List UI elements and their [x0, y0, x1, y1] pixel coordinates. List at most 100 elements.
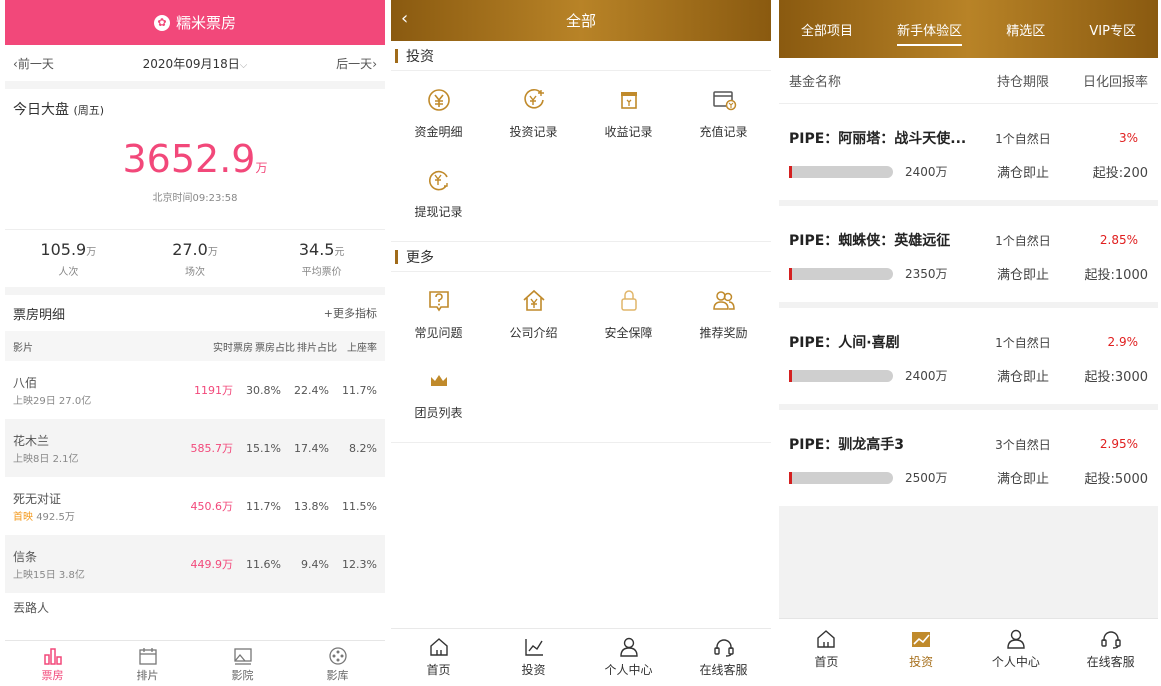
detail-header: 票房明细 +更多指标	[5, 295, 385, 331]
box-office-panel: ✿ 糯米票房 ‹前一天 2020年09月18日⌵ 后一天› 今日大盘 (周五) …	[5, 0, 385, 686]
fund-list: PIPE：阿丽塔：战斗天使... 1个自然日 3% 2400万 满仓即止 起投:200 …	[779, 104, 1158, 506]
fund-title: PIPE：蜘蛛侠：英雄远征	[789, 233, 951, 249]
beijing-time: 北京时间09:23:58	[152, 193, 238, 204]
tab-profile[interactable]: 个人中心	[581, 629, 676, 686]
today-summary: 今日大盘 (周五) 3652.9万 北京时间09:23:58	[5, 89, 385, 229]
question-icon	[428, 291, 449, 312]
top-tabs: 全部项目 新手体验区 精选区 VIP专区	[779, 0, 1158, 58]
home-yen-icon	[522, 289, 545, 311]
app-title: 糯米票房	[175, 14, 236, 32]
fund-table-header: 基金名称 持仓期限 日化回报率	[779, 58, 1158, 104]
lock-icon	[620, 290, 637, 311]
chevron-down-icon: ⌵	[239, 59, 248, 71]
recharge-record-item[interactable]: 充值记录	[676, 81, 771, 161]
film-reel-icon	[328, 647, 347, 665]
yen-plus-icon	[523, 88, 544, 109]
tab-profile[interactable]: 个人中心	[969, 619, 1064, 686]
referral-reward-item[interactable]: 推荐奖励	[676, 282, 771, 362]
fund-title: PIPE：阿丽塔：战斗天使...	[789, 131, 967, 147]
table-row[interactable]: 花木兰 上映8日 2.1亿 585.7万 15.1% 17.4% 8.2%	[5, 419, 385, 477]
card-icon	[712, 91, 736, 111]
tab-schedule[interactable]: 排片	[100, 641, 195, 686]
company-intro-item[interactable]: 公司介绍	[486, 282, 581, 362]
app-header: ✿ 糯米票房	[5, 0, 385, 45]
tab-all-projects[interactable]: 全部项目	[801, 16, 853, 43]
fund-card[interactable]: PIPE：人间·喜剧 1个自然日 2.9% 2400万 满仓即止 起投:3000	[779, 308, 1158, 404]
stat-attendance: 105.9万 人次	[40, 240, 97, 278]
section-title-invest: 投资	[391, 41, 771, 71]
today-label: 今日大盘 (周五)	[13, 102, 105, 118]
withdraw-record-item[interactable]: 提现记录	[391, 161, 486, 241]
page-title: 全部	[565, 12, 596, 30]
security-item[interactable]: 安全保障	[581, 282, 676, 362]
date-selector[interactable]: 2020年09月18日⌵	[143, 55, 248, 72]
more-metrics-button[interactable]: +更多指标	[324, 305, 377, 321]
section-title-more: 更多	[391, 242, 771, 272]
trend-icon	[912, 632, 931, 647]
tab-box-office[interactable]: 票房	[5, 641, 100, 686]
tab-vip[interactable]: VIP专区	[1089, 16, 1136, 43]
prev-day-button[interactable]: ‹前一天	[13, 55, 54, 72]
calendar-icon	[138, 648, 157, 665]
earnings-record-item[interactable]: 收益记录	[581, 81, 676, 161]
screen-icon	[233, 648, 252, 665]
stat-avg-price: 34.5元 平均票价	[298, 240, 345, 278]
progress-bar	[789, 471, 893, 484]
tab-home[interactable]: 首页	[779, 619, 874, 686]
table-row[interactable]: 八佰 上映29日 27.0亿 1191万 30.8% 22.4% 11.7%	[5, 361, 385, 419]
stat-shows: 27.0万 场次	[172, 240, 218, 278]
progress-bar	[789, 165, 893, 178]
tab-newbie[interactable]: 新手体验区	[897, 16, 963, 46]
users-icon	[712, 291, 735, 310]
fund-card[interactable]: PIPE：驯龙高手3 3个自然日 2.95% 2500万 满仓即止 起投:5000	[779, 410, 1158, 506]
total-box-office: 3652.9万	[122, 137, 268, 181]
tab-invest[interactable]: 投资	[486, 629, 581, 686]
tab-invest[interactable]: 投资	[874, 619, 969, 686]
tab-home[interactable]: 首页	[391, 629, 486, 686]
headset-icon	[1100, 631, 1121, 649]
progress-bar	[789, 267, 893, 280]
faq-item[interactable]: 常见问题	[391, 282, 486, 362]
fund-card[interactable]: PIPE：阿丽塔：战斗天使... 1个自然日 3% 2400万 满仓即止 起投:200	[779, 104, 1158, 200]
home-icon	[429, 638, 448, 656]
next-day-button[interactable]: 后一天›	[336, 55, 377, 72]
line-chart-icon	[524, 639, 543, 656]
progress-bar	[789, 369, 893, 382]
bottom-tab-bar: 首页 投资 个人中心 在线客服	[391, 628, 771, 686]
invest-record-item[interactable]: 投资记录	[486, 81, 581, 161]
fund-card[interactable]: PIPE：蜘蛛侠：英雄远征 1个自然日 2.85% 2350万 满仓即止 起投:1000	[779, 206, 1158, 302]
table-header: 影片 实时票房 票房占比 排片占比 上座率	[5, 331, 385, 361]
tab-service[interactable]: 在线客服	[676, 629, 771, 686]
user-icon	[619, 637, 638, 657]
invest-grid: 资金明细 投资记录 收益记录 充值记录 提现记录	[391, 71, 771, 242]
stats-row: 105.9万 人次 27.0万 场次 34.5元 平均票价	[5, 229, 385, 287]
page-header: ‹ 全部	[391, 0, 771, 41]
fund-title: PIPE：驯龙高手3	[789, 437, 905, 453]
more-grid: 常见问题 公司介绍 安全保障 推荐奖励 团员列表	[391, 272, 771, 443]
yen-circle-icon	[427, 89, 450, 111]
table-row[interactable]: 死无对证 首映 492.5万 450.6万 11.7% 13.8% 11.5%	[5, 477, 385, 535]
bar-chart-icon	[43, 648, 62, 665]
detail-title: 票房明细	[13, 307, 66, 323]
user-icon	[1007, 629, 1025, 649]
box-icon	[620, 92, 637, 109]
date-bar: ‹前一天 2020年09月18日⌵ 后一天›	[5, 45, 385, 81]
all-services-panel: ‹ 全部 投资 资金明细 投资记录 收益记录 充值记录 提现记录 更多 常见问题…	[391, 0, 771, 686]
fund-list-panel: 全部项目 新手体验区 精选区 VIP专区 基金名称 持仓期限 日化回报率 PIP…	[779, 0, 1158, 686]
yen-refresh-icon	[428, 170, 448, 191]
film-reel-icon: ✿	[153, 14, 170, 31]
tab-cinema[interactable]: 影院	[195, 641, 290, 686]
table-row[interactable]: 信条 上映15日 3.8亿 449.9万 11.6% 9.4% 12.3%	[5, 535, 385, 593]
tab-featured[interactable]: 精选区	[1006, 16, 1045, 43]
bottom-tab-bar: 首页 投资 个人中心 在线客服	[779, 618, 1158, 686]
tab-service[interactable]: 在线客服	[1063, 619, 1158, 686]
home-icon	[817, 630, 836, 648]
fund-detail-item[interactable]: 资金明细	[391, 81, 486, 161]
headset-icon	[713, 639, 734, 657]
chevron-left-icon[interactable]: ‹	[401, 8, 408, 29]
crown-icon	[430, 375, 447, 386]
fund-title: PIPE：人间·喜剧	[789, 335, 900, 351]
bottom-tab-bar: 票房 排片 影院 影库	[5, 640, 385, 686]
member-list-item[interactable]: 团员列表	[391, 362, 486, 442]
tab-library[interactable]: 影库	[290, 641, 385, 686]
